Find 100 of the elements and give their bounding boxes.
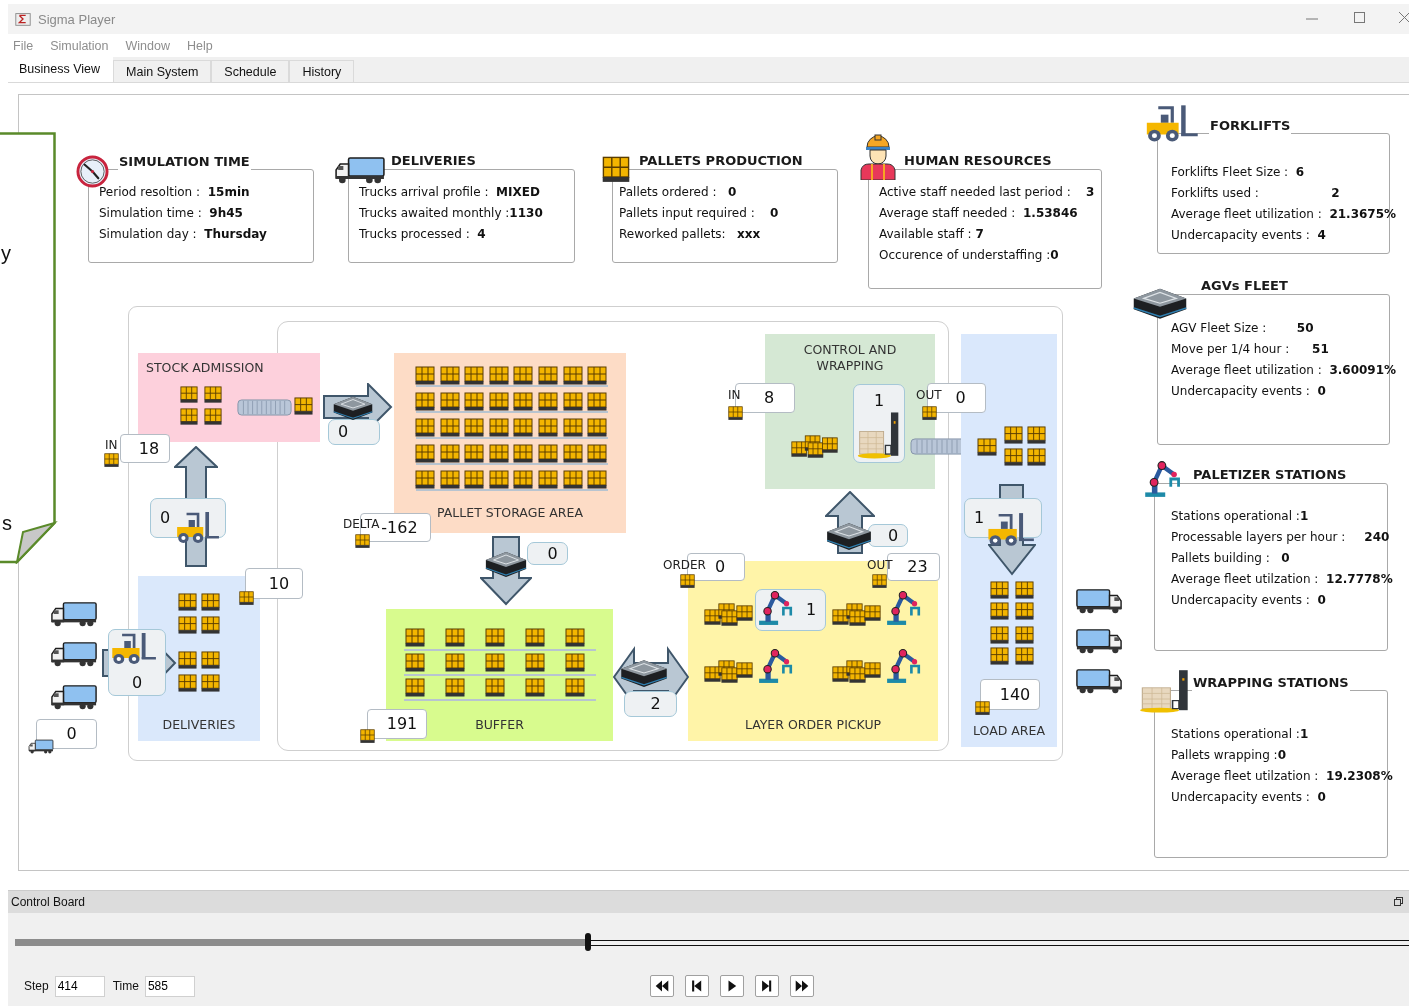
robot-arm-icon: [757, 590, 795, 626]
pallet-icon: [485, 678, 505, 698]
stat-line: Forklifts used : 2: [1171, 185, 1341, 201]
panel-title: Control Board: [11, 895, 86, 909]
pallet-icon: [1027, 426, 1046, 445]
stat-line: Undercapacity events : 4: [1171, 227, 1327, 243]
pallet-icon: [977, 438, 997, 457]
counter-value: 0: [955, 389, 966, 407]
play-button[interactable]: [720, 975, 744, 997]
pallet-icon: [415, 366, 435, 386]
pallet-icon: [990, 626, 1009, 645]
counter-value: 1: [872, 392, 886, 410]
truck-icon: [334, 156, 386, 184]
pallet-icon: [464, 392, 485, 412]
stat-line: Pallets ordered : 0: [619, 184, 738, 200]
pallet-icon: [525, 678, 545, 698]
truck-icon: [1075, 668, 1123, 694]
counter-panel: [980, 679, 1040, 710]
step-field[interactable]: 414: [54, 975, 105, 997]
counter-value: 0: [160, 509, 171, 527]
pallet-icon: [990, 647, 1009, 666]
pallet-icon: [488, 444, 509, 464]
counter-value: 10: [268, 574, 290, 593]
pallet-icon: [415, 418, 435, 438]
pallet-icon: [488, 418, 509, 438]
pallet-icon: [180, 408, 198, 426]
pallet-icon: [538, 470, 558, 490]
stat-line: Occurence of understaffing :0: [879, 247, 1060, 263]
pallet-icon: [415, 392, 435, 412]
stat-line: Period resoltion : 15min: [99, 184, 251, 200]
pallet-icon: [445, 678, 465, 698]
maximize-icon[interactable]: [1354, 12, 1365, 23]
worker-icon: [858, 134, 898, 180]
window-title: Sigma Player: [38, 11, 116, 27]
fast-forward-button[interactable]: [790, 975, 814, 997]
tab[interactable]: Schedule: [211, 60, 290, 82]
pallet-icon: [1015, 602, 1034, 621]
pallet-icon: [178, 674, 197, 693]
pallet-icon: [587, 418, 608, 438]
stat-line: Trucks awaited monthly :1130: [359, 205, 543, 221]
stat-line: Trucks processed : 4: [359, 226, 487, 242]
pallet-icon: [1027, 448, 1046, 467]
pallet-icon: [990, 602, 1009, 621]
stat-line: Pallets input required : 0: [619, 205, 779, 221]
robot-arm-icon: [885, 590, 923, 626]
pallet-icon: [488, 366, 509, 386]
pallet-icon: [485, 628, 505, 648]
tab[interactable]: Main System: [113, 60, 212, 82]
pallet-icon: [445, 628, 465, 648]
restore-icon[interactable]: [1394, 897, 1403, 906]
stat-line: Average fleet utilzation : 12.7778%: [1171, 571, 1393, 587]
truck-icon: [1075, 628, 1123, 654]
counter-value: 140: [999, 685, 1031, 704]
skip-back-button[interactable]: [685, 975, 709, 997]
slider-thumb[interactable]: [584, 933, 591, 951]
counter-panel: [624, 691, 677, 717]
stat-line: Simulation time : 9h45: [99, 205, 244, 221]
counter-value: 0: [714, 558, 726, 576]
fast-forward-icon: [794, 979, 810, 993]
pallet-icon: [513, 444, 534, 464]
stat-line: Trucks arrival profile : MIXED: [359, 184, 541, 200]
robot-arm-icon: [885, 648, 923, 684]
pallet-icon: [680, 574, 695, 589]
counter-panel: [367, 709, 427, 739]
pallet-icon: [587, 392, 608, 412]
close-icon[interactable]: [1399, 12, 1409, 23]
counter-value: 1: [974, 509, 985, 527]
field-label: Step: [24, 979, 49, 993]
card-title: WRAPPING STATIONS: [1192, 675, 1350, 691]
pallet-icon: [488, 470, 509, 490]
pallet-icon: [1015, 647, 1034, 666]
pallet-icon: [439, 470, 460, 490]
pallet-icon: [562, 418, 583, 438]
tab[interactable]: History: [289, 60, 355, 82]
clock-icon: [76, 155, 109, 188]
pallet-icon: [513, 418, 534, 438]
pallet-icon: [538, 392, 558, 412]
counter-value: 0: [547, 544, 558, 563]
pallet-icon: [565, 653, 585, 673]
pallet-icon: [525, 628, 545, 648]
card-title: SIMULATION TIME: [118, 154, 251, 170]
field-label: Time: [112, 979, 139, 993]
pallet-icon: [872, 574, 887, 589]
tab[interactable]: Business View: [8, 57, 114, 82]
pallet-icon: [405, 678, 425, 698]
pallet-icon: [565, 628, 585, 648]
stat-line: Average fleet utilzation : 19.2308%: [1171, 768, 1393, 784]
stat-line: Undercapacity events : 0: [1171, 383, 1327, 399]
counter-value: 0: [66, 725, 77, 743]
pallet-icon: [922, 406, 937, 421]
pallet-icon: [464, 418, 485, 438]
skip-forward-button[interactable]: [755, 975, 779, 997]
pallet-icon: [439, 392, 460, 412]
counter-value: 0: [130, 674, 144, 692]
counter-value: 1: [806, 601, 817, 619]
time-field[interactable]: 585: [144, 975, 195, 997]
timeline-slider[interactable]: [15, 933, 1409, 951]
fast-backward-button[interactable]: [650, 975, 674, 997]
pallet-icon: [488, 392, 509, 412]
pallet-icon: [990, 581, 1009, 600]
